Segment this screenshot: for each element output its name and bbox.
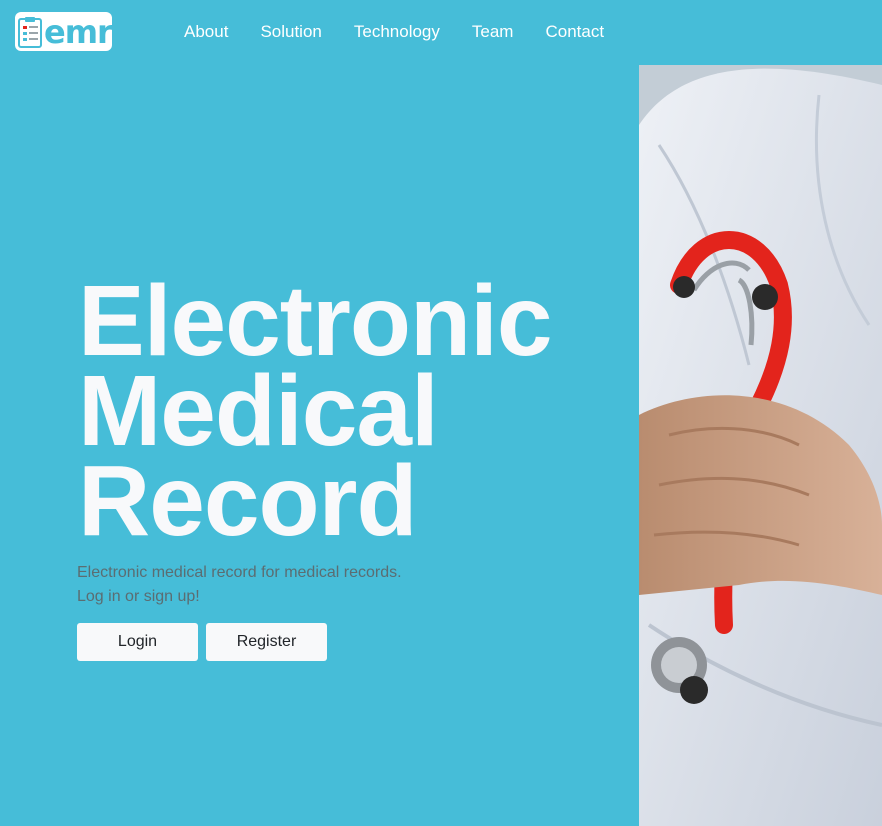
hero-title-line: Electronic bbox=[78, 265, 552, 377]
login-button[interactable]: Login bbox=[77, 623, 198, 661]
navbar: emr About Solution Technology Team Conta… bbox=[0, 0, 882, 65]
brand-name: emr bbox=[44, 12, 113, 51]
hero-actions: Login Register bbox=[77, 623, 327, 661]
hero-title-line: Record bbox=[78, 445, 418, 557]
doctor-with-stethoscope-photo bbox=[639, 65, 882, 826]
nav-link-solution[interactable]: Solution bbox=[260, 22, 321, 42]
hero-subtitle-line: Electronic medical record for medical re… bbox=[77, 564, 402, 581]
register-button[interactable]: Register bbox=[206, 623, 327, 661]
clipboard-icon bbox=[18, 16, 42, 48]
hero-subtitle-line: Log in or sign up! bbox=[77, 588, 200, 605]
doctor-illustration bbox=[639, 65, 882, 826]
nav-link-contact[interactable]: Contact bbox=[545, 22, 604, 42]
nav-link-team[interactable]: Team bbox=[472, 22, 514, 42]
hero-title: Electronic Medical Record bbox=[78, 265, 552, 557]
nav-link-about[interactable]: About bbox=[184, 22, 228, 42]
hero-title-line: Medical bbox=[78, 355, 439, 467]
hero-subtitle: Electronic medical record for medical re… bbox=[77, 561, 402, 609]
brand-logo[interactable]: emr bbox=[15, 12, 113, 51]
nav-link-technology[interactable]: Technology bbox=[354, 22, 440, 42]
nav-links: About Solution Technology Team Contact bbox=[184, 22, 636, 42]
